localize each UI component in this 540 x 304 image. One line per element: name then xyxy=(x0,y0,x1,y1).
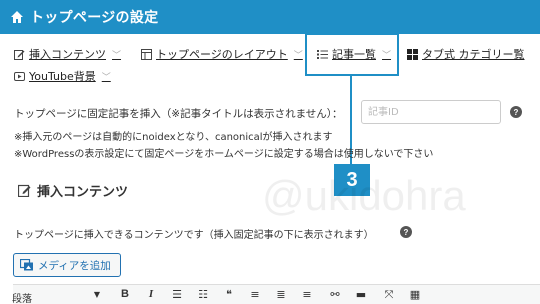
note-text: ※WordPressの表示設定にて固定ページをホームページに設定する場合は使用し… xyxy=(14,149,434,160)
section-title: 挿入コンテンツ xyxy=(18,181,128,200)
link-icon[interactable]: ⚯ xyxy=(328,288,342,301)
chevron-down-icon: ﹀ xyxy=(101,72,111,83)
toolbar-toggle-icon[interactable]: ▦ xyxy=(408,288,422,301)
note-text: ※挿入元のページは自動的にnoidexとなり、canonicalが挿入されます xyxy=(14,132,333,143)
tab-label: トップページのレイアウト xyxy=(156,48,288,61)
chevron-down-icon: ﹀ xyxy=(112,50,122,61)
help-icon[interactable]: ? xyxy=(510,106,522,118)
tab-label: タブ式 カテゴリー覧 xyxy=(422,48,525,61)
media-icon xyxy=(20,259,33,271)
numbered-list-icon[interactable]: ☷ xyxy=(196,288,210,301)
chevron-down-icon: ▼ xyxy=(93,290,100,299)
blockquote-icon[interactable]: ❝ xyxy=(222,288,236,301)
edit-icon xyxy=(14,49,25,60)
format-select-value: 段落 xyxy=(12,294,32,304)
youtube-icon xyxy=(14,71,25,81)
help-icon[interactable]: ? xyxy=(400,226,412,238)
edit-icon xyxy=(18,184,31,197)
italic-icon[interactable]: I xyxy=(144,288,158,300)
layout-icon xyxy=(141,48,152,60)
tab-youtube-background[interactable]: YouTube背景 ﹀ xyxy=(14,68,111,84)
section-description: トップページに挿入できるコンテンツです（挿入固定記事の下に表示されます） xyxy=(14,230,374,241)
align-center-icon[interactable]: ≣ xyxy=(274,288,288,301)
tab-top-layout[interactable]: トップページのレイアウト ﹀ xyxy=(141,46,303,62)
add-media-button[interactable]: メディアを追加 xyxy=(13,253,121,277)
tab-label: YouTube背景 xyxy=(29,70,96,83)
page-header: トップページの設定 xyxy=(0,0,540,34)
tab-insert-content[interactable]: 挿入コンテンツ ﹀ xyxy=(14,46,121,62)
insert-article-label: トップページに固定記事を挿入（※記事タイトルは表示されません）： xyxy=(14,108,343,120)
align-left-icon[interactable]: ≡ xyxy=(248,288,262,301)
article-id-input[interactable] xyxy=(361,100,501,124)
home-icon xyxy=(11,11,23,23)
page-title: トップページの設定 xyxy=(30,10,159,26)
add-media-label: メディアを追加 xyxy=(38,259,111,272)
tab-category-tabs[interactable]: タブ式 カテゴリー覧 xyxy=(407,46,525,62)
highlight-box xyxy=(305,33,399,76)
watermark: @ukidohra xyxy=(262,172,466,219)
fullscreen-icon[interactable]: ⤧ xyxy=(382,288,396,302)
chevron-down-icon: ﹀ xyxy=(293,50,303,61)
align-right-icon[interactable]: ≡ xyxy=(300,288,314,301)
section-title-text: 挿入コンテンツ xyxy=(37,185,129,200)
grid-icon xyxy=(407,48,418,60)
bold-icon[interactable]: B xyxy=(118,288,132,300)
format-select[interactable]: 段落 ▼ xyxy=(12,290,100,304)
tab-label: 挿入コンテンツ xyxy=(29,48,106,61)
bullet-list-icon[interactable]: ☰ xyxy=(170,288,184,301)
read-more-icon[interactable]: ▬ xyxy=(354,288,368,301)
